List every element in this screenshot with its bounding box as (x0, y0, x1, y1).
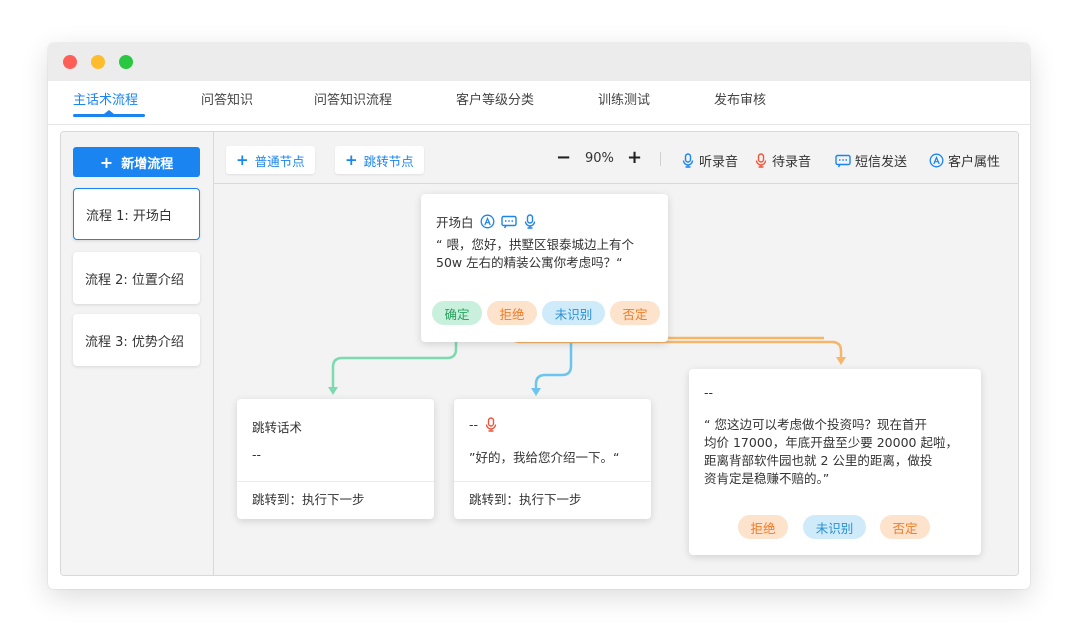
minimize-window-button[interactable] (91, 55, 105, 69)
branch-reject[interactable]: 拒绝 (738, 515, 788, 539)
add-normal-node-label: 普通节点 (254, 153, 305, 169)
node-divider (454, 481, 651, 482)
branch-unrecognized[interactable]: 未识别 (542, 301, 605, 325)
branch-deny[interactable]: 否定 (610, 301, 660, 325)
active-tab-underline (73, 114, 145, 117)
node-script-text: “ 您这边可以考虑做个投资吗？现在首开 均价 17000，年底开盘至少要 200… (704, 416, 976, 488)
script-line: “ 喂，您好，拱墅区银泰城边上有个 (436, 237, 634, 252)
node-jump-target: 跳转到：执行下一步 (469, 492, 582, 507)
arrowhead-unrecognized (531, 388, 541, 396)
add-jump-node-label: 跳转节点 (363, 153, 414, 169)
node-opening[interactable]: 开场白 “ 喂，您好，拱墅区银泰城边上有个 50w 左右的精装公寓你考虑吗？“ … (421, 194, 668, 342)
top-tabs: 主话术流程 问答知识 问答知识流程 客户等级分类 训练测试 发布审核 (48, 81, 1030, 125)
flow-item-1[interactable]: 流程 1: 开场白 (73, 188, 200, 240)
tab-main-script-flow[interactable]: 主话术流程 (73, 89, 138, 108)
flow-item-label: 流程 2: 位置介绍 (85, 272, 184, 288)
node-jump-script[interactable]: 跳转话术 -- 跳转到：执行下一步 (237, 399, 434, 519)
branch-reject[interactable]: 拒绝 (487, 301, 537, 325)
flow-item-label: 流程 3: 优势介绍 (85, 334, 184, 350)
legend-label: 听录音 (699, 155, 739, 170)
legend-customer-attribute[interactable]: 客户属性 (929, 151, 1000, 170)
sms-icon (835, 154, 851, 167)
zoom-out-button[interactable]: − (556, 148, 571, 168)
zoom-in-button[interactable]: + (627, 148, 642, 168)
legend-label: 待录音 (772, 155, 812, 170)
legend-pending-recording[interactable]: 待录音 (754, 151, 811, 170)
zoom-level: 90% (585, 151, 614, 166)
legend-label: 客户属性 (948, 155, 1001, 170)
plus-icon: + (236, 151, 249, 169)
node-script-text: -- (252, 447, 262, 462)
node-investment[interactable]: -- “ 您这边可以考虑做个投资吗？现在首开 均价 17000，年底开盘至少要 … (689, 369, 981, 555)
maximize-window-button[interactable] (119, 55, 133, 69)
node-script-text: “ 喂，您好，拱墅区银泰城边上有个 50w 左右的精装公寓你考虑吗？“ (436, 236, 664, 272)
script-line: 50w 左右的精装公寓你考虑吗？“ (436, 255, 623, 270)
flow-canvas[interactable]: 开场白 “ 喂，您好，拱墅区银泰城边上有个 50w 左右的精装公寓你考虑吗？“ … (214, 184, 1018, 575)
legend-listen-recording[interactable]: 听录音 (681, 151, 738, 170)
arrowhead-reject (836, 357, 846, 365)
node-title: -- (469, 417, 479, 432)
node-title-row: -- (469, 417, 498, 432)
add-jump-node-button[interactable]: + 跳转节点 (335, 146, 424, 174)
branch-deny[interactable]: 否定 (880, 515, 930, 539)
add-normal-node-button[interactable]: + 普通节点 (226, 146, 315, 174)
title-bar (48, 43, 1030, 81)
flow-item-3[interactable]: 流程 3: 优势介绍 (73, 314, 200, 366)
script-line: 距离背部软件园也就 2 公里的距离，做投 (704, 453, 933, 468)
node-title-row: 开场白 (436, 212, 537, 231)
node-title-row: 跳转话术 (252, 417, 302, 436)
node-title-row: -- (704, 385, 713, 400)
toolbar-divider (660, 152, 661, 166)
tab-publish-review[interactable]: 发布审核 (714, 89, 766, 108)
branch-confirm[interactable]: 确定 (432, 301, 482, 325)
script-line: 资肯定是稳赚不赔的。” (704, 471, 830, 486)
plus-icon: + (345, 151, 358, 169)
tab-qa-knowledge-flow[interactable]: 问答知识流程 (314, 89, 392, 108)
node-script-text: ”好的，我给您介绍一下。“ (469, 450, 620, 465)
script-line: 均价 17000，年底开盘至少要 20000 起啦， (704, 435, 958, 450)
branch-unrecognized[interactable]: 未识别 (803, 515, 866, 539)
add-flow-button[interactable]: + 新增流程 (73, 147, 200, 177)
node-title: 开场白 (436, 215, 474, 230)
plus-icon: + (99, 152, 114, 172)
legend-sms-send[interactable]: 短信发送 (835, 151, 907, 170)
arrowhead-confirm (328, 387, 338, 395)
node-introduction[interactable]: -- ”好的，我给您介绍一下。“ 跳转到：执行下一步 (454, 399, 651, 519)
add-flow-label: 新增流程 (121, 156, 174, 172)
node-jump-target: 跳转到：执行下一步 (252, 492, 365, 507)
mic-icon (682, 153, 694, 168)
script-line: “ 您这边可以考虑做个投资吗？现在首开 (704, 417, 927, 432)
mic-icon[interactable] (523, 214, 537, 229)
mic-icon (755, 153, 767, 168)
node-title: -- (704, 385, 714, 400)
attribute-icon[interactable] (480, 214, 495, 229)
flow-item-label: 流程 1: 开场白 (86, 208, 172, 224)
canvas-toolbar: + 普通节点 + 跳转节点 − 90% + 听录音 待录音 短信发送 客户属性 (214, 132, 1018, 184)
tab-qa-knowledge[interactable]: 问答知识 (201, 89, 253, 108)
legend-label: 短信发送 (855, 155, 908, 170)
mic-icon[interactable] (484, 417, 498, 432)
tab-training-test[interactable]: 训练测试 (598, 89, 650, 108)
flow-item-2[interactable]: 流程 2: 位置介绍 (73, 252, 200, 304)
app-window: 主话术流程 问答知识 问答知识流程 客户等级分类 训练测试 发布审核 + 新增流… (48, 43, 1030, 589)
sms-icon[interactable] (500, 215, 517, 229)
node-title: 跳转话术 (252, 420, 303, 435)
attribute-icon (929, 153, 944, 168)
close-window-button[interactable] (63, 55, 77, 69)
flow-sidebar: + 新增流程 流程 1: 开场白 流程 2: 位置介绍 流程 3: 优势介绍 (61, 132, 214, 575)
tab-customer-level[interactable]: 客户等级分类 (456, 89, 534, 108)
editor-panel: + 新增流程 流程 1: 开场白 流程 2: 位置介绍 流程 3: 优势介绍 +… (60, 131, 1019, 576)
node-divider (237, 481, 434, 482)
